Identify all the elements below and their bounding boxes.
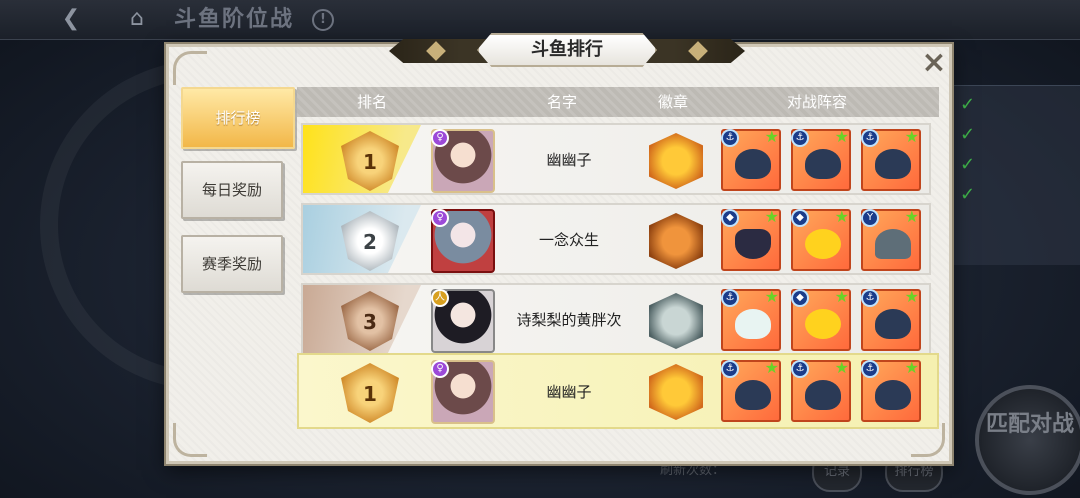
lineup-fish-card[interactable]: ◆ ★ — [791, 289, 851, 351]
class-icon: ◆ — [791, 209, 809, 227]
class-icon: ⚓ — [721, 129, 739, 147]
silver-fish-emblem-icon — [649, 293, 703, 349]
shark-fish-icon — [875, 309, 911, 339]
table-header: 排名 名字 徽章 对战阵容 — [297, 87, 939, 117]
column-lineup: 对战阵容 — [786, 93, 847, 111]
gender-icon: ♀ — [431, 209, 449, 227]
lineup-fish-card[interactable]: ⚓ ★ — [791, 360, 851, 422]
column-name: 名字 — [546, 93, 577, 111]
lineup-fish-card[interactable]: ⚓ ★ — [861, 289, 921, 351]
golden-fish-emblem-icon — [649, 364, 703, 420]
star-icon: ★ — [904, 127, 919, 146]
tab-daily-rewards[interactable]: 每日奖励 — [181, 161, 283, 219]
yellow-fish-icon — [805, 309, 841, 339]
shark-fish-icon — [805, 380, 841, 410]
player-name: 幽幽子 — [546, 150, 592, 169]
class-icon: ◆ — [721, 209, 739, 227]
back-icon[interactable]: ❮ — [40, 2, 102, 36]
yellow-fish-icon — [805, 229, 841, 259]
gender-icon: ♀ — [431, 360, 449, 378]
player-name: 诗梨梨的黄胖次 — [516, 310, 622, 329]
class-icon: ⚓ — [861, 129, 879, 147]
whale-fish-icon — [875, 229, 911, 259]
class-icon: Y — [861, 209, 879, 227]
table-row[interactable]: 3 人 诗梨梨的黄胖次 ⚓ ★ ◆ ★ ⚓ ★ — [301, 283, 931, 355]
modal-title: 斗鱼排行 — [477, 33, 657, 67]
ranking-modal: 斗鱼排行 × 排行榜 每日奖励 赛季奖励 排名 名字 徽章 对战阵容 1 ♀ 幽… — [166, 33, 952, 464]
lineup-fish-card[interactable]: ⚓ ★ — [721, 129, 781, 191]
table-row[interactable]: 2 ♀ 一念众生 ◆ ★ ◆ ★ Y ★ — [301, 203, 931, 275]
lineup-fish-card[interactable]: ⚓ ★ — [721, 360, 781, 422]
lineup-fish-card[interactable]: ⚓ ★ — [861, 129, 921, 191]
tab-season-rewards[interactable]: 赛季奖励 — [181, 235, 283, 293]
shark-fish-icon — [805, 149, 841, 179]
rank-medal-icon: 1 — [341, 363, 399, 423]
ranking-table: 排名 名字 徽章 对战阵容 1 ♀ 幽幽子 ⚓ ★ ⚓ ★ ⚓ ★ 2 ♀ 一念… — [297, 87, 939, 431]
gender-icon: ♀ — [431, 129, 449, 147]
star-icon: ★ — [834, 287, 849, 306]
shark-fish-icon — [735, 380, 771, 410]
table-row[interactable]: 1 ♀ 幽幽子 ⚓ ★ ⚓ ★ ⚓ ★ — [301, 123, 931, 195]
bronze-fish-emblem-icon — [649, 213, 703, 269]
player-avatar[interactable]: ♀ — [431, 129, 495, 193]
corner-ornament — [173, 423, 207, 457]
star-icon: ★ — [834, 207, 849, 226]
background-checklist: ✓ ✓ ✓ ✓ — [960, 95, 980, 215]
lineup-fish-card[interactable]: Y ★ — [861, 209, 921, 271]
lineup-fish-card[interactable]: ◆ ★ — [721, 209, 781, 271]
star-icon: ★ — [764, 287, 779, 306]
info-icon[interactable]: ! — [312, 9, 334, 31]
player-avatar[interactable]: ♀ — [431, 360, 495, 424]
class-icon: ⚓ — [791, 360, 809, 378]
match-battle-button[interactable]: 匹配对战 — [975, 385, 1080, 495]
golden-fish-emblem-icon — [649, 133, 703, 189]
my-rank-row[interactable]: 1 ♀ 幽幽子 ⚓ ★ ⚓ ★ ⚓ ★ — [297, 353, 939, 429]
class-badge-icon: 人 — [431, 289, 449, 307]
class-icon: ⚓ — [791, 129, 809, 147]
star-icon: ★ — [904, 287, 919, 306]
corner-ornament — [173, 51, 207, 85]
lineup-fish-card[interactable]: ◆ ★ — [791, 209, 851, 271]
lineup-fish-card[interactable]: ⚓ ★ — [721, 289, 781, 351]
tab-leaderboard[interactable]: 排行榜 — [181, 87, 295, 149]
player-avatar[interactable]: ♀ — [431, 209, 495, 273]
class-icon: ⚓ — [721, 289, 739, 307]
column-rank: 排名 — [356, 93, 387, 111]
shark-fish-icon — [875, 149, 911, 179]
shark-fish-icon — [735, 149, 771, 179]
star-icon: ★ — [904, 358, 919, 377]
screen-title: 斗鱼阶位战 — [174, 7, 295, 32]
class-icon: ⚓ — [861, 289, 879, 307]
class-icon: ⚓ — [861, 360, 879, 378]
witch-fish-icon — [735, 229, 771, 259]
class-icon: ⚓ — [721, 360, 739, 378]
player-avatar[interactable]: 人 — [431, 289, 495, 353]
check-icon: ✓ — [960, 124, 976, 145]
player-name: 一念众生 — [538, 230, 599, 249]
class-icon: ◆ — [791, 289, 809, 307]
star-icon: ★ — [904, 207, 919, 226]
star-icon: ★ — [764, 127, 779, 146]
check-icon: ✓ — [960, 184, 976, 205]
modal-title-banner: 斗鱼排行 — [389, 33, 745, 69]
star-icon: ★ — [834, 127, 849, 146]
star-icon: ★ — [764, 207, 779, 226]
close-icon[interactable]: × — [917, 48, 951, 79]
seahorse-fish-icon — [735, 309, 771, 339]
check-icon: ✓ — [960, 94, 976, 115]
lineup-fish-card[interactable]: ⚓ ★ — [861, 360, 921, 422]
player-name: 幽幽子 — [546, 382, 592, 401]
lineup-fish-card[interactable]: ⚓ ★ — [791, 129, 851, 191]
home-icon[interactable]: ⌂ — [120, 2, 154, 36]
shark-fish-icon — [875, 380, 911, 410]
star-icon: ★ — [834, 358, 849, 377]
check-icon: ✓ — [960, 154, 976, 175]
column-badge: 徽章 — [657, 93, 688, 111]
star-icon: ★ — [764, 358, 779, 377]
